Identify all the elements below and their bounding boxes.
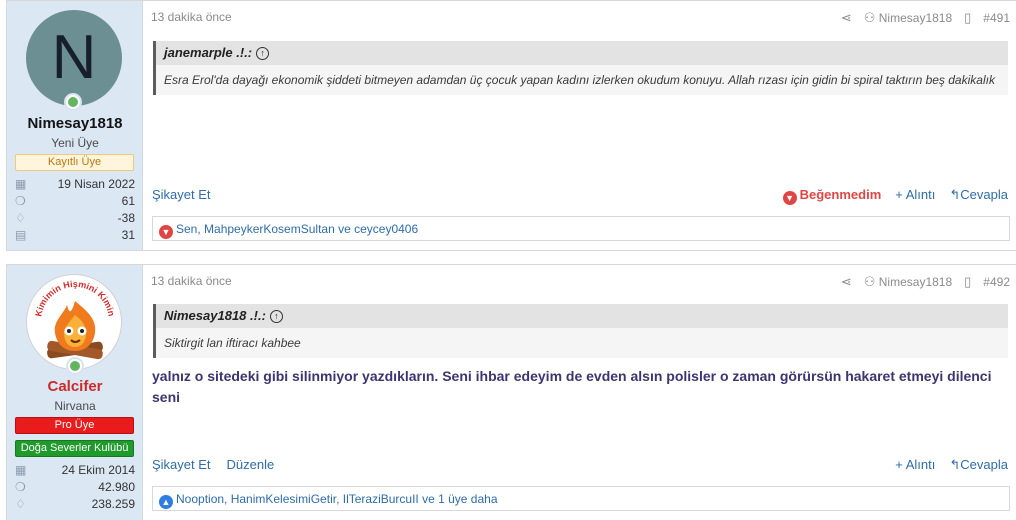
- username[interactable]: Nimesay1818: [7, 115, 143, 132]
- bookmark-icon[interactable]: ▯: [964, 274, 971, 290]
- messages-icon: ❍: [15, 480, 26, 494]
- quote-block: Nimesay1818 .!.: ↑ Siktirgit lan iftiracı…: [153, 304, 1008, 358]
- calendar-icon: ▦: [15, 463, 27, 477]
- post-492: Kimimin Hişmini Kimin Calcifer Nirvana P…: [6, 264, 1016, 520]
- avatar[interactable]: N: [26, 10, 122, 106]
- avatar[interactable]: Kimimin Hişmini Kimin: [26, 274, 122, 370]
- post-author[interactable]: ⚇ Nimesay1818: [864, 10, 952, 26]
- online-status-icon: [64, 93, 82, 111]
- stat-reactions: ♢ 238.259: [15, 497, 135, 511]
- post-header: 13 dakika önce ⋖ ⚇ Nimesay1818 ▯ #492: [151, 274, 1016, 292]
- quote-text: Siktirgit lan iftiracı kahbee: [164, 336, 301, 350]
- id-card-icon: ▤: [15, 228, 27, 242]
- quote-text: Esra Erol'da dayağı ekonomik şiddeti bit…: [164, 73, 995, 87]
- reactions-bar[interactable]: ▲ Nooption, HanimKelesimiGetir, IlTeraziB…: [152, 486, 1010, 511]
- post-main: 13 dakika önce ⋖ ⚇ Nimesay1818 ▯ #491 ja…: [143, 1, 1016, 250]
- messages-icon: ❍: [15, 194, 26, 208]
- post-actions: Şikayet Et ▼ Beğenmedim + Alıntı ↰Cevapla: [152, 187, 1008, 205]
- post-message: yalnız o sitedeki gibi silinmiyor yazdık…: [152, 368, 992, 405]
- stat-messages: ❍ 61: [15, 194, 135, 208]
- post-number[interactable]: #491: [983, 11, 1010, 25]
- post-actions: Şikayet Et Düzenle + Alıntı ↰Cevapla: [152, 457, 1008, 475]
- quote-header[interactable]: janemarple .!.: ↑: [156, 41, 1008, 65]
- share-icon[interactable]: ⋖: [841, 10, 852, 26]
- quote-block: janemarple .!.: ↑ Esra Erol'da dayağı eko…: [153, 41, 1008, 95]
- bookmark-icon[interactable]: ▯: [964, 10, 971, 26]
- post-491: N Nimesay1818 Yeni Üye Kayıtlı Üye ▦ 19 …: [6, 0, 1016, 251]
- stat-messages: ❍ 42.980: [15, 480, 135, 494]
- post-time[interactable]: 13 dakika önce: [151, 274, 232, 288]
- user-banner: Kayıtlı Üye: [15, 154, 134, 171]
- user-sidebar: N Nimesay1818 Yeni Üye Kayıtlı Üye ▦ 19 …: [7, 1, 143, 250]
- thumbs-up-icon: ♢: [15, 497, 26, 511]
- calcifer-avatar-image: Kimimin Hişmini Kimin: [33, 279, 117, 360]
- post-number[interactable]: #492: [983, 275, 1010, 289]
- stat-joined: ▦ 24 Ekim 2014: [15, 463, 135, 477]
- quote-button[interactable]: + Alıntı: [895, 457, 935, 473]
- reactions-bar[interactable]: ▼ Sen, MahpeykerKosemSultan ve ceycey0406: [152, 216, 1010, 241]
- calendar-icon: ▦: [15, 177, 27, 191]
- stat-joined: ▦ 19 Nisan 2022: [15, 177, 135, 191]
- stat-points: ▤ 31: [15, 228, 135, 242]
- user-title: Yeni Üye: [51, 136, 99, 150]
- share-icon[interactable]: ⋖: [841, 274, 852, 290]
- post-main: 13 dakika önce ⋖ ⚇ Nimesay1818 ▯ #492 Ni…: [143, 265, 1016, 520]
- like-reaction-icon: ▲: [159, 495, 173, 509]
- edit-link[interactable]: Düzenle: [227, 457, 275, 472]
- online-status-icon: [66, 357, 84, 375]
- arrow-up-icon[interactable]: ↑: [269, 310, 283, 323]
- dislike-button[interactable]: ▼ Beğenmedim: [782, 187, 881, 205]
- arrow-up-icon[interactable]: ↑: [256, 47, 270, 60]
- post-time[interactable]: 13 dakika önce: [151, 10, 232, 24]
- reactions-list[interactable]: Nooption, HanimKelesimiGetir, IlTeraziBu…: [176, 492, 498, 506]
- user-icon: ⚇: [863, 274, 876, 289]
- reply-icon: ↰: [949, 457, 961, 472]
- thumbs-up-icon: ♢: [15, 211, 26, 225]
- username[interactable]: Calcifer: [7, 378, 143, 395]
- quote-button[interactable]: + Alıntı: [895, 187, 935, 205]
- user-icon: ⚇: [863, 10, 876, 25]
- user-sidebar: Kimimin Hişmini Kimin Calcifer Nirvana P…: [7, 265, 143, 520]
- stat-reactions: ♢ -38: [15, 211, 135, 225]
- report-link[interactable]: Şikayet Et: [152, 187, 211, 202]
- nature-club-banner: Doğa Severler Kulübü: [15, 440, 134, 457]
- report-link[interactable]: Şikayet Et: [152, 457, 211, 472]
- dislike-reaction-icon: ▼: [159, 225, 173, 239]
- post-header: 13 dakika önce ⋖ ⚇ Nimesay1818 ▯ #491: [151, 10, 1016, 28]
- quote-header[interactable]: Nimesay1818 .!.: ↑: [156, 304, 1008, 328]
- thumbs-down-icon: ▼: [782, 191, 797, 205]
- reply-icon: ↰: [949, 187, 961, 202]
- pro-member-banner: Pro Üye: [15, 417, 134, 434]
- user-title: Nirvana: [54, 399, 96, 413]
- post-author[interactable]: ⚇ Nimesay1818: [864, 274, 952, 290]
- reply-button[interactable]: ↰Cevapla: [949, 187, 1008, 205]
- reactions-list[interactable]: Sen, MahpeykerKosemSultan ve ceycey0406: [176, 222, 418, 236]
- reply-button[interactable]: ↰Cevapla: [949, 457, 1008, 473]
